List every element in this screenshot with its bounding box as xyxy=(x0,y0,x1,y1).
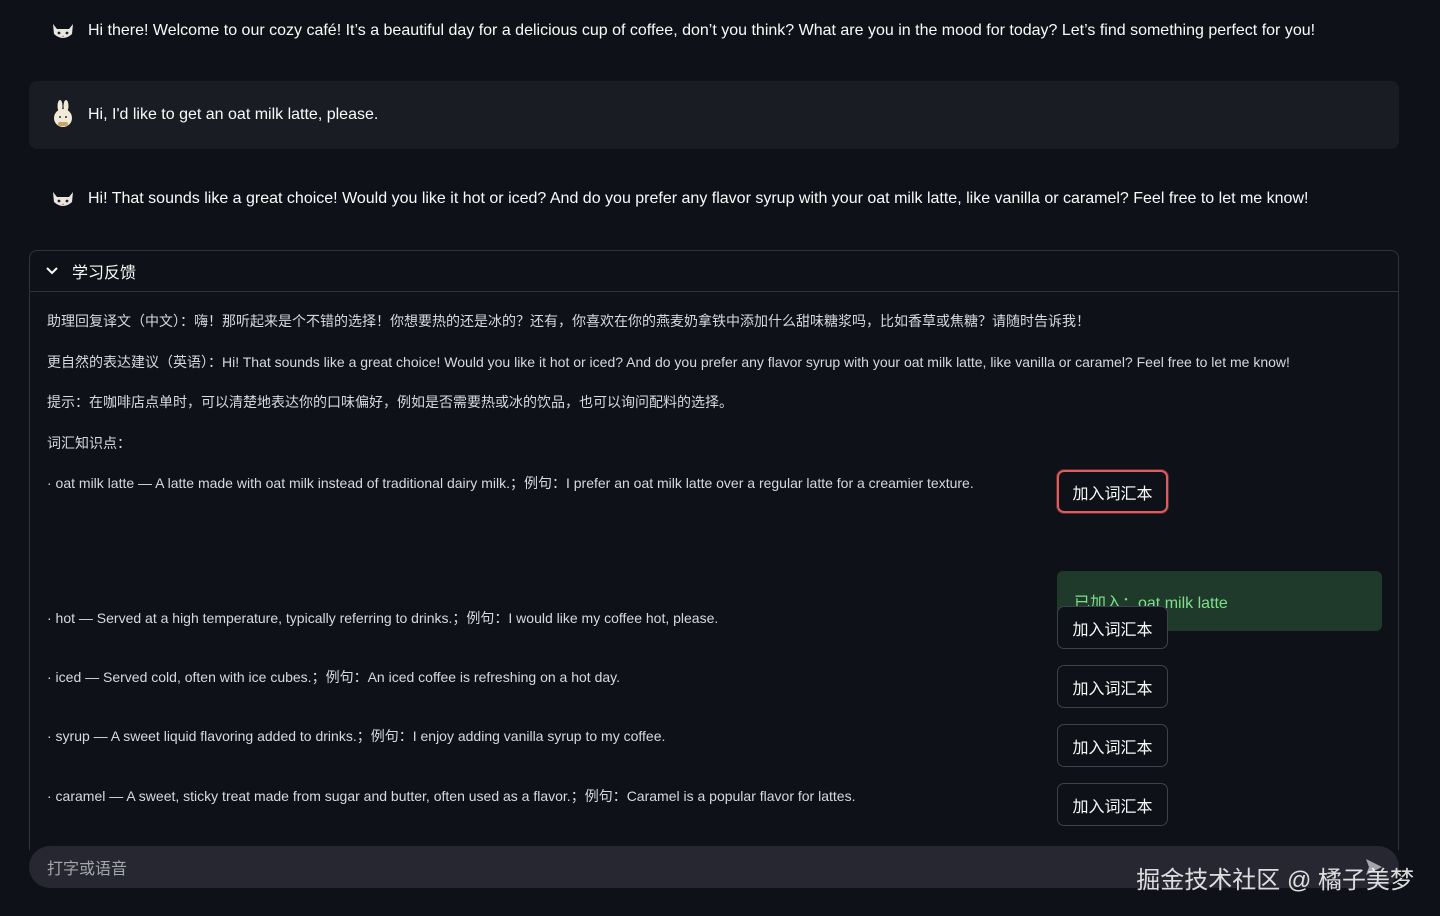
translation-text: 助理回复译文（中文）：嗨！那听起来是个不错的选择！你想要热的还是冰的？还有，你喜… xyxy=(47,313,1090,329)
chevron-down-icon xyxy=(46,263,62,279)
vocab-item: · hot — Served at a high temperature, ty… xyxy=(47,610,719,626)
add-to-vocab-button[interactable]: 加入词汇本 xyxy=(1057,724,1168,767)
suggestion-text: 更自然的表达建议（英语）：Hi! That sounds like a grea… xyxy=(47,354,1290,370)
vocab-item: · syrup — A sweet liquid flavoring added… xyxy=(47,728,666,744)
message-text: Hi! That sounds like a great choice! Wou… xyxy=(88,190,1309,207)
expander-title: 学习反馈 xyxy=(72,265,137,282)
chat-page: Hi there! Welcome to our cozy café! It’s… xyxy=(0,0,1440,916)
message-text: Hi, I'd like to get an oat milk latte, p… xyxy=(88,106,379,123)
vocab-item: · caramel — A sweet, sticky treat made f… xyxy=(47,788,856,804)
assistant-message: Hi! That sounds like a great choice! Wou… xyxy=(29,168,1399,230)
cat-face-icon xyxy=(49,17,77,45)
expander-header[interactable]: 学习反馈 xyxy=(30,251,1398,292)
add-to-vocab-button[interactable]: 加入词汇本 xyxy=(1057,665,1168,708)
tip-text: 提示：在咖啡店点单时，可以清楚地表达你的口味偏好，例如是否需要热或冰的饮品，也可… xyxy=(47,394,733,410)
add-to-vocab-button[interactable]: 加入词汇本 xyxy=(1057,783,1168,826)
message-text: Hi there! Welcome to our cozy café! It’s… xyxy=(88,22,1316,39)
learning-feedback-expander: 学习反馈 助理回复译文（中文）：嗨！那听起来是个不错的选择！你想要热的还是冰的？… xyxy=(29,250,1399,850)
add-to-vocab-button[interactable]: 加入词汇本 xyxy=(1057,470,1168,513)
user-message: Hi, I'd like to get an oat milk latte, p… xyxy=(29,81,1399,149)
vocab-header: 词汇知识点： xyxy=(47,435,131,451)
bunny-avatar-icon xyxy=(49,100,77,129)
chat-input-placeholder: 打字或语音 xyxy=(47,861,128,878)
vocab-item: · oat milk latte — A latte made with oat… xyxy=(47,475,974,491)
cat-face-icon xyxy=(49,185,77,213)
watermark: 掘金技术社区 @ 橘子美梦 xyxy=(1136,867,1414,894)
assistant-message: Hi there! Welcome to our cozy café! It’s… xyxy=(29,0,1399,62)
add-to-vocab-button[interactable]: 加入词汇本 xyxy=(1057,606,1168,649)
vocab-item: · iced — Served cold, often with ice cub… xyxy=(47,669,620,685)
